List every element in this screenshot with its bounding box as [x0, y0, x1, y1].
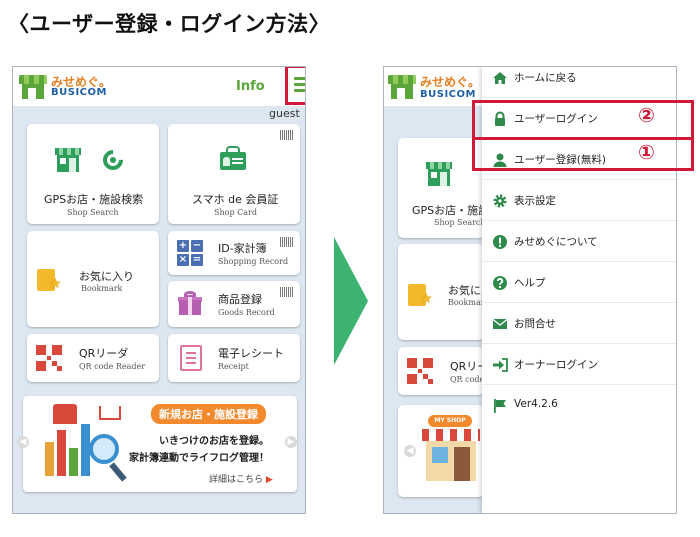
banner-text-line1: いきつけのお店を登録。	[159, 436, 269, 447]
callout-user-login	[472, 100, 694, 140]
menu-item-version: Ver4.2.6	[482, 385, 676, 426]
tile-title: 商品登録	[218, 293, 262, 306]
menu-item-label: 表示設定	[514, 195, 556, 207]
banner-tag: 新規お店・施設登録	[151, 404, 266, 424]
tile-gps-shop-search[interactable]: GPSお店・施設検索 Shop Search	[27, 124, 159, 224]
shop-icon	[55, 148, 81, 172]
barcode-icon	[280, 287, 294, 297]
mail-icon	[492, 316, 508, 332]
barcode-icon	[280, 130, 294, 140]
carousel-prev-button[interactable]: ◀	[17, 436, 29, 448]
arrow-right-icon: ▶	[265, 475, 273, 485]
menu-item-contact[interactable]: お問合せ	[482, 303, 676, 344]
tile-subtitle: Bookmark	[81, 284, 123, 293]
menu-item-label: お問合せ	[514, 318, 556, 330]
tile-shop-card[interactable]: スマホ de 会員証 Shop Card	[168, 124, 300, 224]
carousel-prev-button: ◀	[404, 445, 416, 457]
menu-item-label: ヘルプ	[514, 277, 546, 289]
background-banner: ◀ MY SHOP	[398, 405, 484, 497]
shop-logo-icon	[19, 75, 47, 99]
tile-subtitle: Shop Search	[67, 208, 119, 217]
bookmark-icon: ★	[37, 267, 63, 292]
barcode-icon	[280, 237, 294, 247]
qr-code-icon	[36, 345, 62, 371]
tile-bookmark[interactable]: ★ お気に入り Bookmark	[27, 231, 159, 327]
tile-subtitle: Receipt	[218, 362, 249, 371]
menu-item-label: みせめぐについて	[514, 236, 598, 248]
member-card-icon	[218, 146, 248, 170]
receipt-icon	[180, 345, 202, 371]
gift-icon	[178, 291, 202, 315]
banner-text-line2: 家計簿連動でライフログ管理！	[129, 453, 269, 464]
shop-logo-icon	[388, 75, 416, 99]
satellite-icon	[98, 145, 128, 175]
shop-icon	[426, 162, 452, 186]
tile-title: スマホ de 会員証	[192, 193, 279, 206]
step-1-number: ①	[638, 140, 655, 164]
step-arrow-icon	[334, 237, 368, 365]
version-label: Ver4.2.6	[514, 398, 558, 410]
login-icon	[492, 357, 508, 373]
phone-screen-home: みせめぐ。 BUSICOM Info guest GPSお店・施設検索 Shop…	[12, 66, 306, 514]
menu-item-display-settings[interactable]: 表示設定	[482, 180, 676, 221]
tile-goods-record[interactable]: 商品登録 Goods Record	[168, 281, 300, 327]
tile-title: ID-家計簿	[218, 242, 267, 255]
app-header: みせめぐ。 BUSICOM Info	[13, 67, 305, 107]
hamburger-menu-button[interactable]	[285, 67, 305, 105]
menu-item-label: オーナーログイン	[514, 359, 598, 371]
logo-brand: BUSICOM	[51, 87, 107, 98]
magnifier-icon	[89, 434, 119, 464]
calculator-icon: + − × =	[177, 240, 203, 266]
gear-icon	[492, 193, 508, 209]
app-logo[interactable]: みせめぐ。 BUSICOM	[19, 73, 111, 101]
lifelog-illustration	[43, 404, 133, 488]
tile-title: GPSお店・施設検索	[44, 193, 144, 206]
my-shop-illustration-icon: MY SHOP	[422, 415, 480, 485]
tile-subtitle: Goods Record	[218, 308, 275, 317]
tile-title: QRリーダ	[79, 347, 129, 360]
menu-item-help[interactable]: ヘルプ	[482, 262, 676, 303]
shop-illustration-icon	[53, 404, 77, 424]
step-2-number: ②	[638, 103, 655, 127]
background-tile-bookmark: ★ お気に入 Bookmark	[398, 244, 484, 340]
tile-id-household-book[interactable]: + − × = ID-家計簿 Shopping Record	[168, 231, 300, 275]
menu-item-home[interactable]: ホームに戻る	[482, 67, 676, 98]
info-link[interactable]: Info	[236, 79, 265, 94]
menu-item-label: ホームに戻る	[514, 72, 577, 84]
callout-user-registration	[472, 137, 694, 171]
cart-icon	[99, 406, 121, 420]
page-title: 〈ユーザー登録・ログイン方法〉	[8, 12, 331, 36]
tile-title: 電子レシート	[218, 347, 284, 360]
menu-item-about[interactable]: みせめぐについて	[482, 221, 676, 262]
tile-subtitle: QR code Reader	[79, 362, 146, 371]
help-icon	[492, 275, 508, 291]
tile-subtitle: Shopping Record	[218, 257, 289, 266]
new-shop-registration-banner[interactable]: 新規お店・施設登録 いきつけのお店を登録。 家計簿連動でライフログ管理！ 詳細は…	[17, 396, 297, 492]
carousel-next-button[interactable]: ▶	[285, 436, 297, 448]
menu-item-owner-login[interactable]: オーナーログイン	[482, 344, 676, 385]
tile-title: お気に入り	[79, 270, 134, 283]
tile-subtitle: Shop Card	[214, 208, 257, 217]
flag-icon	[492, 398, 508, 414]
banner-more-link[interactable]: 詳細はこちら ▶	[209, 472, 273, 485]
background-tile-qr: QRリー QR code Re	[398, 347, 484, 395]
home-icon	[492, 70, 508, 86]
guest-label: guest	[269, 107, 300, 120]
bookmark-icon: ★	[408, 282, 434, 307]
app-logo: みせめぐ。 BUSICOM	[388, 75, 483, 105]
tile-qr-reader[interactable]: QRリーダ QR code Reader	[27, 334, 159, 382]
tile-e-receipt[interactable]: 電子レシート Receipt	[168, 334, 300, 382]
menu-icon	[294, 77, 305, 80]
qr-code-icon	[407, 358, 433, 384]
info-icon	[492, 234, 508, 250]
